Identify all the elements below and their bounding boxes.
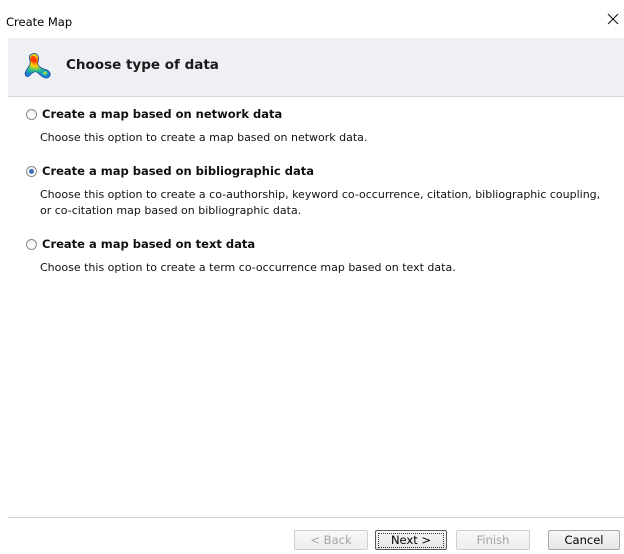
option-network-data[interactable]: Create a map based on network data Choos…	[26, 107, 610, 146]
option-label[interactable]: Create a map based on bibliographic data	[42, 164, 314, 178]
radio-bibliographic-data[interactable]	[26, 165, 37, 177]
back-button-label: < Back	[310, 533, 352, 547]
close-icon[interactable]	[606, 12, 620, 26]
cancel-button-label: Cancel	[564, 533, 604, 547]
wizard-header: Choose type of data	[8, 38, 624, 97]
option-description: Choose this option to create a term co-o…	[40, 261, 456, 274]
radio-text-data[interactable]	[26, 238, 37, 250]
option-bibliographic-data[interactable]: Create a map based on bibliographic data…	[26, 164, 610, 219]
option-label[interactable]: Create a map based on text data	[42, 237, 255, 251]
finish-button[interactable]: Finish	[456, 530, 530, 550]
option-description: Choose this option to create a co-author…	[40, 188, 601, 217]
option-text-data[interactable]: Create a map based on text data Choose t…	[26, 237, 610, 276]
back-button[interactable]: < Back	[294, 530, 368, 550]
next-button[interactable]: Next >	[375, 530, 447, 550]
option-label[interactable]: Create a map based on network data	[42, 107, 282, 121]
finish-button-label: Finish	[476, 533, 510, 547]
create-map-dialog: Create Map Choose type of data Create a …	[0, 0, 624, 554]
vosviewer-map-icon	[24, 53, 51, 79]
options-panel: Create a map based on network data Choos…	[8, 97, 624, 517]
page-title: Choose type of data	[66, 57, 219, 73]
option-description: Choose this option to create a map based…	[40, 131, 368, 144]
next-button-label: Next >	[377, 532, 445, 548]
window-title: Create Map	[6, 15, 73, 29]
title-bar: Create Map	[0, 0, 624, 38]
cancel-button[interactable]: Cancel	[548, 530, 620, 550]
radio-network-data[interactable]	[26, 108, 37, 120]
footer-divider	[8, 517, 624, 518]
